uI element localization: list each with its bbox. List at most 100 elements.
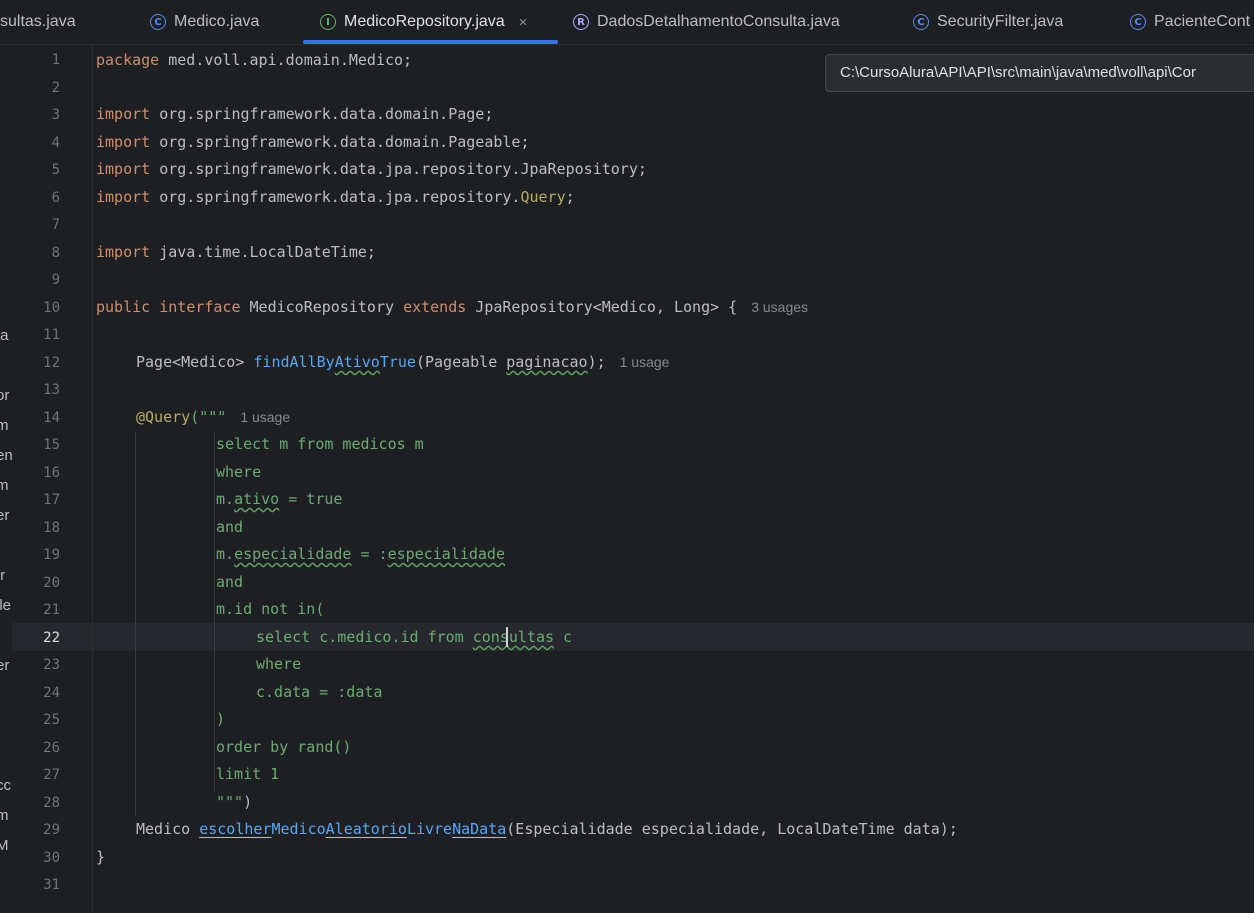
project-tree-fragment: M — [0, 837, 9, 854]
param-name: paginacao — [506, 353, 588, 371]
code-line-19: m.especialidade = :especialidade — [216, 541, 505, 569]
code-line-12: Page<Medico> findAllByAtivoTrue(Pageable… — [136, 349, 669, 377]
line-number: 19 — [43, 547, 60, 563]
line-number: 20 — [43, 574, 60, 591]
line-number: 21 — [43, 602, 60, 618]
usages-hint[interactable]: 3 usages — [751, 299, 808, 315]
code-text: ; — [565, 188, 575, 206]
class-icon: C — [913, 14, 929, 30]
code-text: (Pageable — [415, 353, 507, 371]
sql-text: m. — [216, 545, 235, 563]
project-tree-fragment: cc — [0, 777, 11, 794]
line-number: 3 — [51, 107, 60, 123]
sql-text: m. — [216, 490, 235, 508]
keyword: import — [96, 243, 151, 261]
keyword: import — [96, 133, 151, 151]
code-line-5: import org.springframework.data.jpa.repo… — [96, 156, 647, 184]
editor-tab-bar: sultas.java C Medico.java I MedicoReposi… — [0, 0, 1254, 45]
project-tree-fragment: m — [0, 807, 9, 824]
keyword: public — [96, 298, 151, 316]
code-text: org.springframework.data.domain.Page; — [150, 105, 494, 123]
code-line-8: import java.time.LocalDateTime; — [96, 239, 376, 267]
project-tree-fragment: er — [0, 657, 10, 674]
line-number: 23 — [43, 657, 60, 673]
close-icon[interactable]: × — [519, 14, 528, 31]
line-number: 7 — [51, 217, 60, 233]
line-number: 10 — [43, 299, 60, 316]
project-tree-fragment: lle — [0, 597, 12, 614]
class-icon: C — [1130, 14, 1146, 30]
indent-guide — [214, 624, 215, 708]
code-line-21: m.id not in( — [216, 600, 325, 618]
indent-guide — [135, 432, 136, 816]
sql-text: = : — [351, 545, 388, 563]
line-number: 8 — [51, 244, 60, 261]
code-line-17: m.ativo = true — [216, 486, 342, 514]
line-number: 26 — [43, 739, 60, 756]
usages-hint[interactable]: 1 usage — [240, 409, 290, 425]
project-tree-fragment: en — [0, 447, 12, 464]
active-tab-indicator — [303, 40, 558, 44]
tab-medico[interactable]: C Medico.java — [150, 0, 259, 44]
method-name: True — [379, 353, 416, 371]
method-name: Livre — [406, 820, 453, 838]
code-line-28: """) — [216, 789, 252, 817]
tab-security-filter[interactable]: C SecurityFilter.java — [913, 0, 1063, 44]
sql-param: especialidade — [387, 545, 505, 563]
tab-paciente-controller[interactable]: C PacienteCont — [1130, 0, 1250, 44]
line-number-gutter: 1 2 3 4 5 6 7 8 9 10 11 12 13 14 15 16 1… — [12, 45, 92, 913]
tab-dados-detalhamento-consulta[interactable]: R DadosDetalhamentoConsulta.java — [573, 0, 840, 44]
line-number: 1 — [51, 52, 60, 68]
line-number: 18 — [43, 519, 60, 536]
tab-consultas[interactable]: sultas.java — [0, 0, 76, 44]
line-number: 31 — [43, 877, 60, 893]
method-name: Aleatorio — [325, 820, 407, 838]
class-icon: C — [150, 14, 166, 30]
code-line-25: ) — [216, 710, 226, 728]
line-number-current: 22 — [43, 629, 60, 646]
line-number: 13 — [43, 382, 60, 398]
line-number: 25 — [43, 712, 60, 728]
line-number: 6 — [51, 189, 60, 206]
code-line-6: import org.springframework.data.jpa.repo… — [96, 184, 575, 212]
tab-label: Medico.java — [174, 13, 260, 30]
line-number: 17 — [43, 492, 60, 508]
interface-icon: I — [320, 14, 336, 30]
code-text: ) — [243, 793, 253, 811]
keyword: package — [96, 51, 160, 69]
code-line-23: where — [256, 655, 302, 673]
tab-label: PacienteCont — [1154, 13, 1251, 30]
indent-guide — [214, 432, 215, 792]
method-name: Medico — [271, 820, 326, 838]
line-number: 28 — [43, 794, 60, 811]
current-line-highlight — [12, 623, 1254, 651]
code-text: med.voll.api.domain.Medico; — [159, 51, 413, 69]
string-literal: (""" — [190, 408, 227, 426]
code-line-10: public interface MedicoRepository extend… — [96, 294, 808, 322]
line-number: 12 — [43, 354, 60, 371]
sql-text: select c.medico.id from — [256, 628, 473, 646]
code-line-29: Medico escolherMedicoAleatorioLivreNaDat… — [136, 816, 958, 844]
keyword: interface — [159, 298, 241, 316]
annotation: @Query — [136, 408, 191, 426]
usages-hint[interactable]: 1 usage — [620, 354, 670, 370]
code-text: ); — [587, 353, 606, 371]
tab-medico-repository[interactable]: I MedicoRepository.java × — [320, 0, 527, 44]
sql-field: ativo — [234, 490, 280, 508]
project-panel-edge: ta or m en m er tr lle er cc m M — [0, 45, 12, 913]
project-tree-fragment: m — [0, 477, 9, 494]
project-tree-fragment: m — [0, 417, 9, 434]
code-line-18: and — [216, 518, 244, 536]
line-number: 4 — [51, 134, 60, 151]
project-tree-fragment: ta — [0, 327, 9, 344]
keyword: import — [96, 105, 151, 123]
line-number: 14 — [43, 409, 60, 426]
code-text: org.springframework.data.jpa.repository. — [150, 188, 521, 206]
code-line-16: where — [216, 463, 262, 481]
line-number: 27 — [43, 767, 60, 783]
sql-table: consultas — [472, 628, 555, 646]
line-number: 29 — [43, 822, 60, 838]
record-icon: R — [573, 14, 589, 30]
line-number: 15 — [43, 437, 60, 453]
annotation-ref: Query — [520, 188, 566, 206]
